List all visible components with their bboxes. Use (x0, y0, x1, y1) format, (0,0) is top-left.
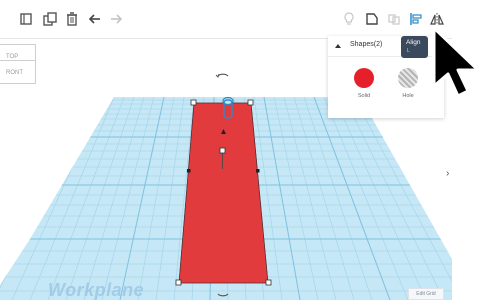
corner-handle-bottom-right[interactable] (265, 279, 272, 286)
top-toolbar (0, 0, 452, 39)
hole-swatch[interactable] (398, 68, 418, 88)
view-cube-front[interactable]: RONT (0, 60, 36, 84)
mouse-cursor-icon (432, 26, 480, 98)
workplane-label: Workplane (48, 280, 145, 300)
light-bulb-icon[interactable] (341, 11, 357, 27)
import-icon[interactable] (18, 11, 34, 27)
corner-handle-bottom-left[interactable] (175, 279, 182, 286)
ungroup-icon[interactable] (386, 11, 402, 27)
tooltip-title: Align (406, 39, 421, 46)
center-handle[interactable] (219, 147, 226, 154)
group-icon[interactable] (364, 11, 380, 27)
duplicate-icon[interactable] (42, 11, 58, 27)
solid-swatch[interactable] (354, 68, 374, 88)
panel-title: Shapes(2) (350, 41, 383, 48)
align-tooltip: Align L (401, 36, 428, 58)
redo-icon[interactable] (108, 11, 124, 27)
align-icon[interactable] (408, 11, 424, 27)
hole-label: Hole (402, 93, 414, 99)
view-cube-front-label: RONT (6, 70, 23, 76)
trash-icon[interactable] (64, 11, 80, 27)
tooltip-shortcut: L (407, 48, 410, 54)
corner-handle-top-right[interactable] (247, 99, 254, 106)
side-handle-left[interactable] (187, 169, 191, 173)
side-handle-right[interactable] (256, 169, 260, 173)
edit-grid-button[interactable]: Edit Grid (408, 288, 444, 300)
chevron-up-icon[interactable] (334, 42, 342, 50)
undo-icon[interactable] (87, 11, 103, 27)
corner-handle-top-left[interactable] (190, 99, 197, 106)
rotate-arrow-top-icon[interactable] (217, 73, 229, 77)
panel-toggle-icon[interactable]: › (446, 168, 449, 179)
solid-label: Solid (357, 93, 371, 99)
